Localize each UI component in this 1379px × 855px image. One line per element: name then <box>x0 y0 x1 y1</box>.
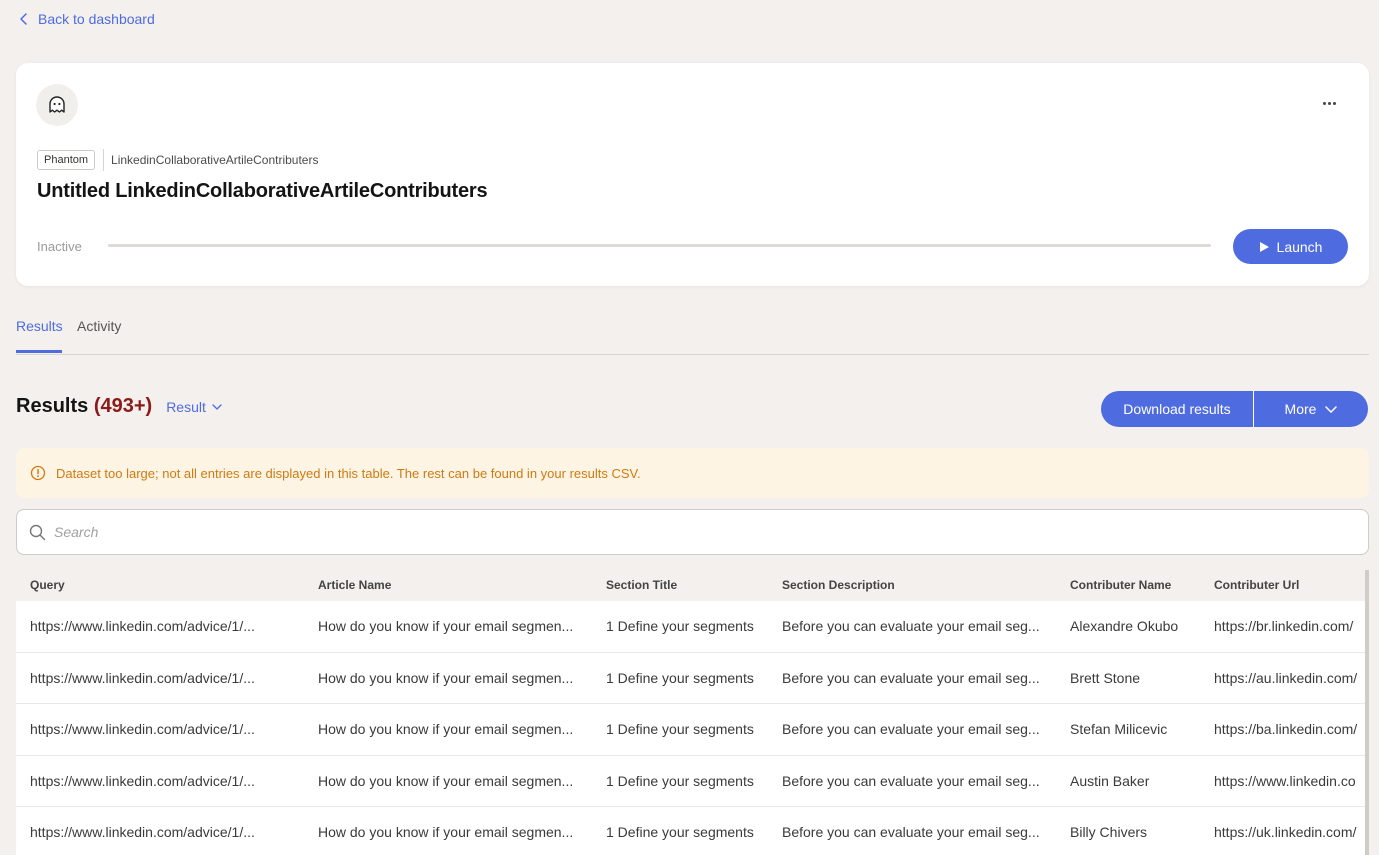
table-row[interactable]: https://www.linkedin.com/advice/1/... Ho… <box>16 807 1369 855</box>
back-to-dashboard-link[interactable]: Back to dashboard <box>18 11 155 27</box>
cell-query: https://www.linkedin.com/advice/1/... <box>30 721 255 737</box>
cell-query: https://www.linkedin.com/advice/1/... <box>30 669 255 686</box>
cell-query: https://www.linkedin.com/advice/1/... <box>30 824 255 840</box>
search-icon <box>29 524 46 540</box>
launch-label: Launch <box>1276 238 1323 255</box>
cell-contributer-url: https://br.linkedin.com/ <box>1214 618 1354 634</box>
cell-section-description: Before you can evaluate your email seg..… <box>782 824 1040 840</box>
table-row[interactable]: https://www.linkedin.com/advice/1/... Ho… <box>16 652 1369 704</box>
column-header-section-title[interactable]: Section Title <box>606 578 677 592</box>
table-body: https://www.linkedin.com/advice/1/... Ho… <box>16 601 1369 855</box>
results-table: Query Article Name Section Title Section… <box>16 570 1369 855</box>
cell-section-title: 1 Define your segments <box>606 618 754 634</box>
agent-tag-row: Phantom LinkedinCollaborativeArtileContr… <box>37 149 318 171</box>
chevron-down-icon <box>212 403 222 410</box>
table-row[interactable]: https://www.linkedin.com/advice/1/... Ho… <box>16 704 1369 756</box>
search-input[interactable] <box>54 524 1334 540</box>
chevron-left-icon <box>20 13 27 25</box>
results-actions: Download results More <box>1101 391 1368 427</box>
progress-bar <box>108 244 1211 247</box>
cell-article-name: How do you know if your email segmen... <box>318 618 574 634</box>
cell-contributer-name: Brett Stone <box>1070 669 1141 686</box>
results-header: Results (493+) Result <box>16 395 222 418</box>
cell-contributer-url: https://ba.linkedin.com/ <box>1214 721 1358 737</box>
warning-text: Dataset too large; not all entries are d… <box>56 465 641 481</box>
cell-section-description: Before you can evaluate your email seg..… <box>782 669 1040 686</box>
cell-section-title: 1 Define your segments <box>606 669 754 686</box>
phantom-tag: Phantom <box>37 150 96 170</box>
download-results-button[interactable]: Download results <box>1101 391 1253 427</box>
cell-article-name: How do you know if your email segmen... <box>318 772 574 789</box>
launch-button[interactable]: Launch <box>1233 229 1348 264</box>
column-header-contributer-url[interactable]: Contributer Url <box>1214 578 1299 592</box>
cell-article-name: How do you know if your email segmen... <box>318 824 574 840</box>
cell-contributer-url: https://uk.linkedin.com/ <box>1214 824 1357 840</box>
cell-section-description: Before you can evaluate your email seg..… <box>782 721 1040 737</box>
column-header-contributer-name[interactable]: Contributer Name <box>1070 578 1171 592</box>
table-header: Query Article Name Section Title Section… <box>16 570 1369 601</box>
active-tab-indicator <box>16 350 62 353</box>
cell-contributer-name: Billy Chivers <box>1070 824 1148 840</box>
cell-contributer-url: https://au.linkedin.com/ <box>1214 669 1358 686</box>
cell-section-description: Before you can evaluate your email seg..… <box>782 772 1040 789</box>
tab-bar: Results Activity <box>16 316 1369 355</box>
cell-contributer-name: Stefan Milicevic <box>1070 721 1168 737</box>
column-header-article-name[interactable]: Article Name <box>318 578 391 592</box>
chevron-down-icon <box>1325 405 1338 413</box>
cell-query: https://www.linkedin.com/advice/1/... <box>30 618 255 634</box>
agent-title: Untitled LinkedinCollaborativeArtileCont… <box>37 180 488 202</box>
search-box <box>16 509 1369 555</box>
table-row[interactable]: https://www.linkedin.com/advice/1/... Ho… <box>16 601 1369 653</box>
cell-section-description: Before you can evaluate your email seg..… <box>782 618 1040 634</box>
result-type-select[interactable]: Result <box>166 399 222 415</box>
cell-query: https://www.linkedin.com/advice/1/... <box>30 772 255 789</box>
dataset-warning-banner: Dataset too large; not all entries are d… <box>16 448 1369 498</box>
cell-section-title: 1 Define your segments <box>606 772 754 789</box>
more-label: More <box>1284 401 1317 417</box>
cell-section-title: 1 Define your segments <box>606 824 754 840</box>
agent-type: LinkedinCollaborativeArtileContributers <box>111 153 319 167</box>
results-title: Results (493+) <box>16 395 153 417</box>
column-header-section-description[interactable]: Section Description <box>782 578 895 592</box>
cell-contributer-name: Alexandre Okubo <box>1070 618 1179 634</box>
more-options-icon[interactable] <box>1319 93 1339 113</box>
agent-avatar <box>36 84 78 126</box>
cell-article-name: How do you know if your email segmen... <box>318 721 574 737</box>
results-count: (493+) <box>93 395 153 417</box>
tag-divider <box>103 149 105 171</box>
result-select-label: Result <box>166 398 206 415</box>
alert-circle-icon <box>30 465 46 481</box>
tab-results[interactable]: Results <box>16 318 63 334</box>
more-button[interactable]: More <box>1253 391 1368 427</box>
agent-status: Inactive <box>37 239 82 254</box>
cell-section-title: 1 Define your segments <box>606 721 754 737</box>
table-scrollbar[interactable] <box>1365 570 1369 855</box>
cell-article-name: How do you know if your email segmen... <box>318 669 574 686</box>
cell-contributer-name: Austin Baker <box>1070 772 1150 789</box>
tab-activity[interactable]: Activity <box>77 318 121 334</box>
agent-card: Phantom LinkedinCollaborativeArtileContr… <box>16 63 1369 286</box>
table-row[interactable]: https://www.linkedin.com/advice/1/... Ho… <box>16 755 1369 807</box>
column-header-query[interactable]: Query <box>30 578 65 592</box>
cell-contributer-url: https://www.linkedin.co <box>1214 772 1356 789</box>
back-link-label: Back to dashboard <box>38 11 155 27</box>
play-icon <box>1259 241 1269 252</box>
ghost-icon <box>49 96 65 113</box>
